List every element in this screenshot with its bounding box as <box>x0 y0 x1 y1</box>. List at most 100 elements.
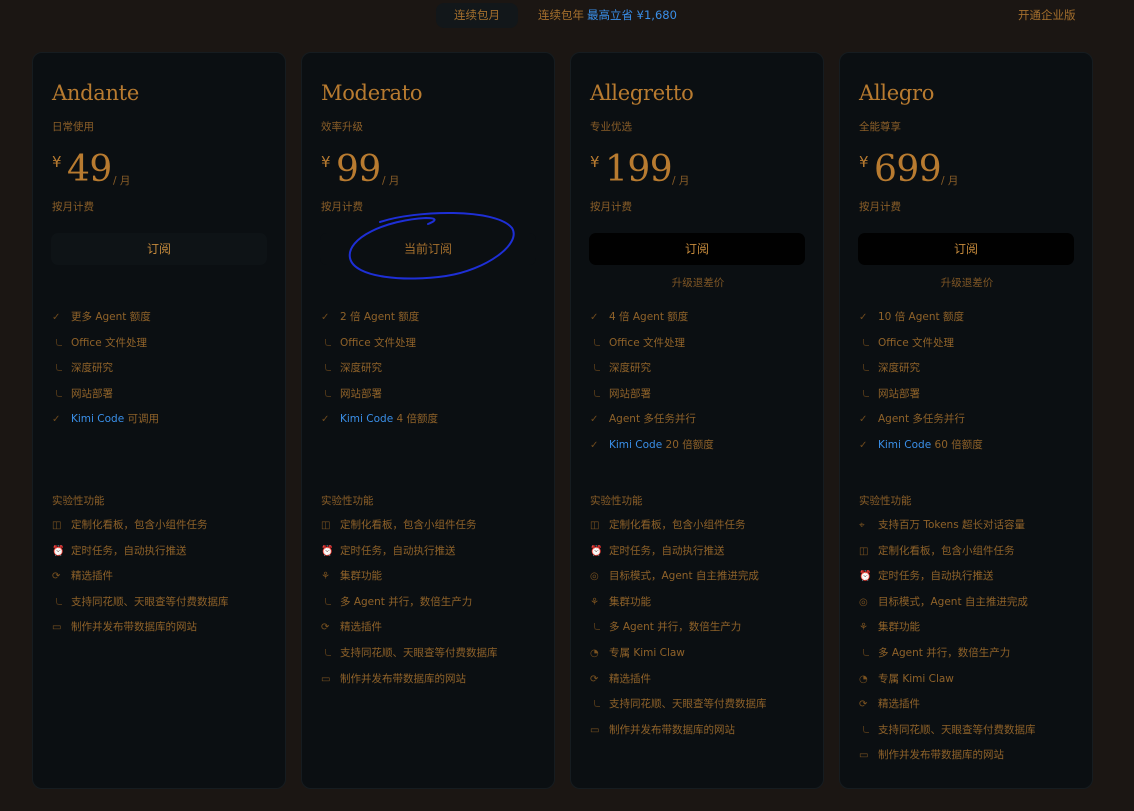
feature-item: ⏰ 定时任务，自动执行推送 <box>590 539 815 565</box>
feature-text: 2 倍 Agent 额度 <box>340 311 420 323</box>
feature-item: 网站部署 <box>859 382 1079 408</box>
dashboard-icon: ◫ <box>321 520 331 531</box>
feature-item: ✓ Agent 多任务并行 <box>590 407 810 433</box>
subscribe-button[interactable]: 订阅 <box>589 233 805 265</box>
sub-item-icon <box>325 648 331 656</box>
feature-text: 深度研究 <box>878 362 920 375</box>
kimi-code-link[interactable]: Kimi Code <box>878 439 931 451</box>
monthly-toggle[interactable]: 连续包月 <box>436 3 518 28</box>
price-amount: 99 <box>336 149 381 190</box>
plan-card-allegretto: Allegretto 专业优选 ¥ 199 / 月 按月计费 订阅 升级退差价 … <box>570 52 824 789</box>
check-icon: ✓ <box>321 414 330 426</box>
currency-symbol: ¥ <box>52 153 62 171</box>
feature-item: ⏰ 定时任务，自动执行推送 <box>52 539 277 565</box>
feature-item: ◎ 目标模式，Agent 自主推进完成 <box>590 564 815 590</box>
kimi-code-link[interactable]: Kimi Code <box>609 439 662 451</box>
browser-icon: ▭ <box>52 622 62 634</box>
feature-item: ◫ 定制化看板，包含小组件任务 <box>590 513 815 539</box>
feature-item: 深度研究 <box>52 356 272 382</box>
sub-item-icon <box>56 364 62 372</box>
yearly-label: 连续包年 <box>538 8 584 22</box>
feature-text: 目标模式，Agent 自主推进完成 <box>878 595 1028 608</box>
check-icon: ✓ <box>590 439 599 451</box>
feature-item: ✓ 4 倍 Agent 额度 <box>590 305 810 331</box>
feature-text: 定时任务，自动执行推送 <box>71 544 187 557</box>
target-icon: ◎ <box>859 596 868 608</box>
feature-text: 目标模式，Agent 自主推进完成 <box>609 570 759 583</box>
subscribe-button[interactable]: 订阅 <box>51 233 267 265</box>
sub-item-icon <box>594 623 600 631</box>
feature-list: ✓ 更多 Agent 额度 Office 文件处理 深度研究 网站部署 ✓ Kimi Cod… <box>52 305 272 433</box>
check-icon: ✓ <box>590 414 599 426</box>
feature-item: ◎ 目标模式，Agent 自主推进完成 <box>859 590 1084 616</box>
feature-text: 制作并发布带数据库的网站 <box>609 723 735 736</box>
alarm-icon: ⏰ <box>52 545 65 557</box>
feature-item: 深度研究 <box>590 356 810 382</box>
feature-item: ✓ Kimi Code 4 倍额度 <box>321 407 541 433</box>
sub-item-icon <box>863 364 869 372</box>
plan-name: Allegro <box>859 81 935 105</box>
plugin-icon: ⟳ <box>52 571 61 583</box>
feature-item: 支持同花顺、天眼查等付费数据库 <box>590 692 815 718</box>
feature-text: 网站部署 <box>609 387 651 400</box>
feature-text: 精选插件 <box>71 570 113 583</box>
feature-item: ⏰ 定时任务，自动执行推送 <box>321 539 546 565</box>
feature-item: ✓ 10 倍 Agent 额度 <box>859 305 1079 331</box>
feature-list: ✓ 10 倍 Agent 额度 Office 文件处理 深度研究 网站部署 ✓ Agent … <box>859 305 1079 459</box>
sub-item-icon <box>56 389 62 397</box>
current-subscription-button[interactable]: 当前订阅 <box>320 233 536 265</box>
plan-name: Allegretto <box>590 81 694 105</box>
yearly-toggle[interactable]: 连续包年 最高立省 ¥1,680 <box>538 3 677 28</box>
feature-item: 深度研究 <box>859 356 1079 382</box>
feature-text: 10 倍 Agent 额度 <box>878 311 964 323</box>
price-period: / 月 <box>672 175 690 187</box>
experimental-list: ◫ 定制化看板，包含小组件任务 ⏰ 定时任务，自动执行推送 ◎ 目标模式，Agent 自主… <box>590 513 815 743</box>
feature-list: ✓ 4 倍 Agent 额度 Office 文件处理 深度研究 网站部署 ✓ Agent 多… <box>590 305 810 459</box>
sub-item-icon <box>325 338 331 346</box>
feature-item: ◫ 定制化看板，包含小组件任务 <box>52 513 277 539</box>
feature-item: ⚘ 集群功能 <box>859 615 1084 641</box>
sub-item-icon <box>863 725 869 733</box>
price-amount: 699 <box>874 149 942 190</box>
plan-card-andante: Andante 日常使用 ¥ 49 / 月 按月计费 订阅 ✓ 更多 Agent … <box>32 52 286 789</box>
feature-item: 网站部署 <box>590 382 810 408</box>
check-icon: ✓ <box>590 312 599 323</box>
subscribe-button[interactable]: 订阅 <box>858 233 1074 265</box>
feature-text: 精选插件 <box>340 621 382 634</box>
feature-item: ▭ 制作并发布带数据库的网站 <box>52 615 277 641</box>
feature-item: ⚘ 集群功能 <box>590 590 815 616</box>
feature-text: 多 Agent 并行，数倍生产力 <box>609 621 742 634</box>
feature-item: ✓ 更多 Agent 额度 <box>52 305 272 331</box>
alarm-icon: ⏰ <box>321 545 334 557</box>
currency-symbol: ¥ <box>321 153 331 171</box>
feature-item: Office 文件处理 <box>859 331 1079 357</box>
feature-text: 深度研究 <box>340 362 382 375</box>
feature-item: ⟳ 精选插件 <box>321 615 546 641</box>
feature-text: Kimi Code 4 倍额度 <box>340 407 438 433</box>
feature-text: 专属 Kimi Claw <box>609 646 685 659</box>
billing-cycle: 按月计费 <box>590 201 632 213</box>
experimental-title: 实验性功能 <box>321 495 374 507</box>
feature-text: 专属 Kimi Claw <box>878 672 954 685</box>
kimi-code-link[interactable]: Kimi Code <box>71 413 124 425</box>
feature-text: 支持百万 Tokens 超长对话容量 <box>878 519 1026 531</box>
currency-symbol: ¥ <box>590 153 600 171</box>
feature-detail: 4 倍额度 <box>393 413 439 426</box>
plan-subtitle: 专业优选 <box>590 121 632 133</box>
feature-item: ⟳ 精选插件 <box>859 692 1084 718</box>
cluster-icon: ⚘ <box>859 622 868 634</box>
feature-detail: 60 倍额度 <box>931 438 983 451</box>
enterprise-link[interactable]: 开通企业版 <box>1018 3 1076 28</box>
feature-text: Office 文件处理 <box>340 336 416 349</box>
kimi-code-link[interactable]: Kimi Code <box>340 413 393 425</box>
yearly-save-badge: 最高立省 ¥1,680 <box>587 8 677 22</box>
sub-item-icon <box>325 364 331 372</box>
feature-item: ▭ 制作并发布带数据库的网站 <box>321 667 546 693</box>
feature-text: 定制化看板，包含小组件任务 <box>340 519 477 531</box>
feature-text: 集群功能 <box>878 621 920 634</box>
sub-item-icon <box>863 338 869 346</box>
feature-item: ◔ 专属 Kimi Claw <box>859 667 1084 693</box>
feature-text: 定制化看板，包含小组件任务 <box>609 519 746 531</box>
check-icon: ✓ <box>859 414 868 426</box>
feature-item: ⟳ 精选插件 <box>590 667 815 693</box>
